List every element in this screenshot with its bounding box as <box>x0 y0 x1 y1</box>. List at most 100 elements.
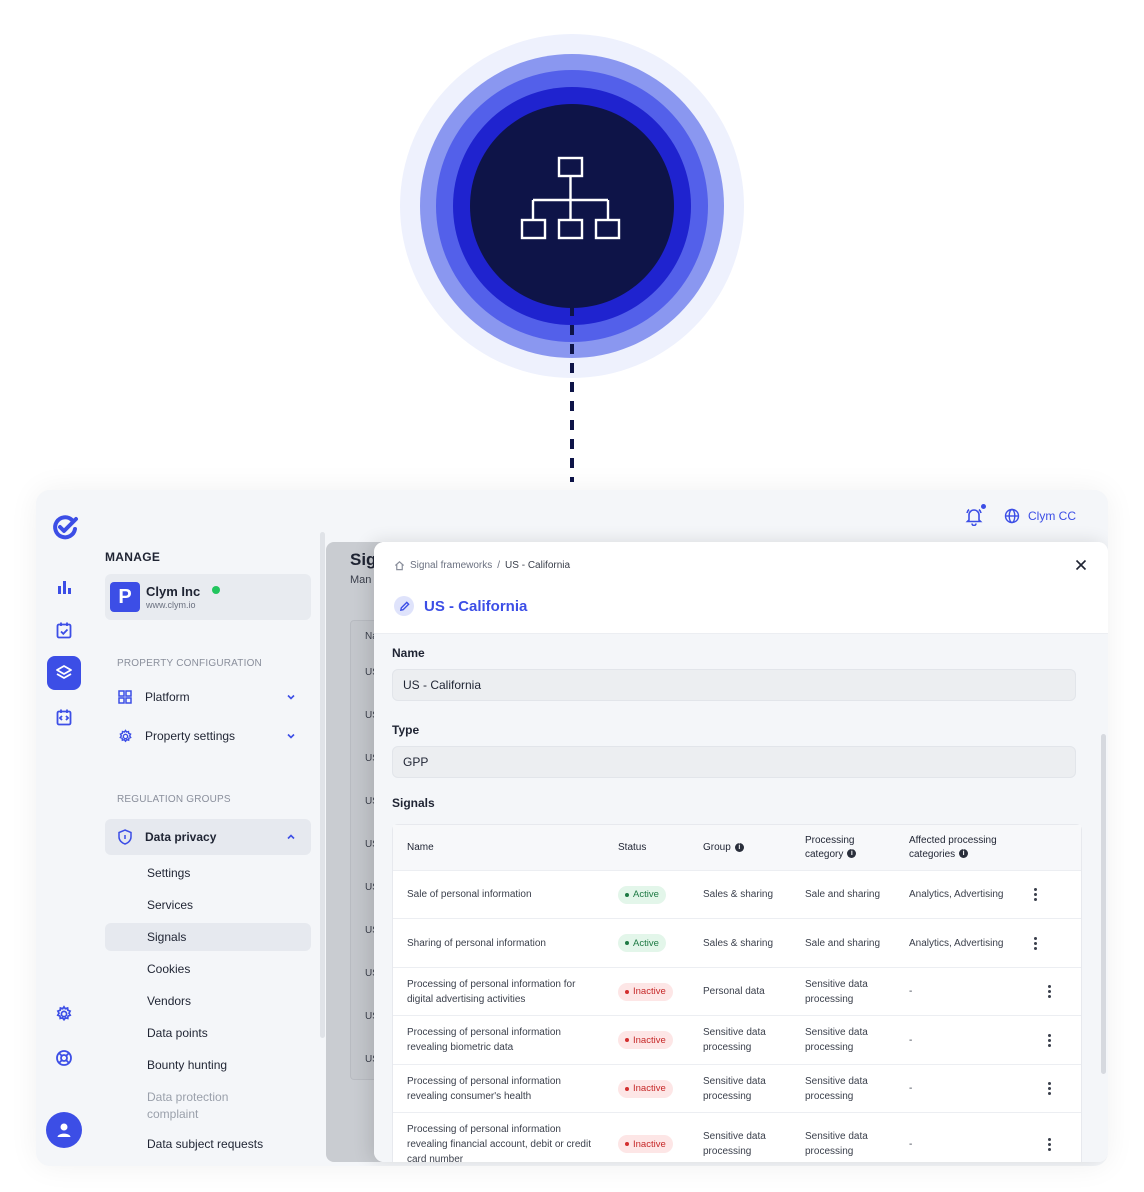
globe-icon <box>1004 508 1020 524</box>
row-menu-kebab-icon[interactable] <box>1025 936 1045 950</box>
signal-name: Processing of personal information revea… <box>407 1123 591 1163</box>
checklist-icon[interactable] <box>47 613 81 647</box>
col-header-group-text: Group <box>703 842 731 853</box>
top-bar: Clym CC <box>964 504 1076 527</box>
signal-affected-categories: - <box>909 1083 913 1094</box>
nav-item-platform[interactable]: Platform <box>105 679 311 715</box>
chevron-down-icon <box>287 733 295 739</box>
signal-name: Sale of personal information <box>407 889 532 900</box>
type-field[interactable]: GPP <box>392 746 1076 778</box>
edit-pencil-icon[interactable] <box>394 596 414 616</box>
nav-sub-data-points[interactable]: Data points <box>105 1017 311 1049</box>
chevron-up-icon <box>287 834 295 840</box>
col-header-processing-category[interactable]: Processing category i <box>805 834 909 862</box>
col-header-status[interactable]: Status <box>618 842 703 853</box>
status-badge: Inactive <box>618 1135 673 1153</box>
row-menu-kebab-icon[interactable] <box>1039 1137 1059 1151</box>
table-row[interactable]: Processing of personal information revea… <box>393 1113 1081 1162</box>
table-row[interactable]: Processing of personal information for d… <box>393 968 1081 1016</box>
breadcrumb-root[interactable]: Signal frameworks <box>410 560 492 571</box>
status-badge: Inactive <box>618 1079 673 1098</box>
status-badge: Active <box>618 885 666 904</box>
support-lifebuoy-icon[interactable] <box>47 1041 81 1075</box>
status-badge: Inactive <box>618 982 673 1001</box>
layers-icon[interactable] <box>47 656 81 690</box>
nav-sub-data-protection-complaint[interactable]: Data protection complaint <box>105 1081 255 1131</box>
col-header-group[interactable]: Group i <box>703 842 805 853</box>
signal-group: Sensitive data processing <box>703 1075 766 1102</box>
col-header-processing-line2: category <box>805 848 844 860</box>
signal-affected-categories: - <box>909 1138 913 1150</box>
user-icon <box>57 1123 71 1137</box>
status-badge: Inactive <box>618 1031 673 1049</box>
settings-gear-icon[interactable] <box>47 997 81 1031</box>
nav-sub-settings[interactable]: Settings <box>105 857 311 889</box>
table-row[interactable]: Processing of personal information revea… <box>393 1065 1081 1113</box>
nav-sub-data-subject-requests[interactable]: Data subject requests <box>105 1131 311 1157</box>
property-configuration-label: PROPERTY CONFIGURATION <box>117 658 262 669</box>
org-logo: P <box>110 582 140 612</box>
notification-dot <box>981 504 986 509</box>
table-row[interactable]: Sale of personal information Active Sale… <box>393 871 1081 919</box>
org-switcher[interactable]: P Clym Inc www.clym.io <box>105 574 311 620</box>
gear-icon <box>117 728 133 744</box>
nav-sub-services[interactable]: Services <box>105 889 311 921</box>
account-switcher[interactable]: Clym CC <box>1004 508 1076 524</box>
nav-sub-signals[interactable]: Signals <box>105 923 311 951</box>
breadcrumb-separator: / <box>497 560 501 571</box>
manage-heading: MANAGE <box>105 550 161 564</box>
nav-sub-bounty-hunting[interactable]: Bounty hunting <box>105 1049 311 1081</box>
row-menu-kebab-icon[interactable] <box>1025 888 1045 901</box>
signals-table: Name Status Group i Processing category i … <box>392 824 1082 1162</box>
nav-sub-cookies[interactable]: Cookies <box>105 953 311 985</box>
signal-name: Processing of personal information revea… <box>407 1027 561 1053</box>
modal-scrollbar[interactable] <box>1101 734 1106 1074</box>
signal-affected-categories: Analytics, Advertising <box>909 889 1004 900</box>
org-name: Clym Inc <box>146 584 201 599</box>
row-menu-kebab-icon[interactable] <box>1039 1033 1059 1047</box>
status-text: Active <box>633 937 659 949</box>
signal-group: Sensitive data processing <box>703 1131 766 1157</box>
nav-scrollbar[interactable] <box>320 532 325 1038</box>
signal-name: Processing of personal information for d… <box>407 978 576 1005</box>
table-row[interactable]: Processing of personal information revea… <box>393 1016 1081 1065</box>
data-privacy-label: Data privacy <box>145 830 217 844</box>
status-text: Active <box>633 889 659 900</box>
status-text: Inactive <box>633 986 666 997</box>
app-window: Clym CC MANAGE P Clym Inc www.clym.io PR… <box>36 490 1108 1166</box>
col-header-affected-categories[interactable]: Affected processing categories i <box>909 834 1039 862</box>
close-icon[interactable] <box>1074 558 1088 572</box>
table-row[interactable]: Sharing of personal information Active S… <box>393 919 1081 968</box>
info-icon[interactable]: i <box>734 842 744 852</box>
row-menu-kebab-icon[interactable] <box>1039 1082 1059 1095</box>
info-icon[interactable]: i <box>847 849 857 859</box>
notifications-bell-icon[interactable] <box>964 504 986 527</box>
property-settings-label: Property settings <box>145 729 236 743</box>
analytics-icon[interactable] <box>47 570 81 604</box>
chevron-down-icon <box>287 694 295 700</box>
info-icon[interactable]: i <box>959 849 969 859</box>
org-url: www.clym.io <box>146 600 196 610</box>
type-field-label: Type <box>392 723 420 737</box>
signal-affected-categories: - <box>909 1034 913 1046</box>
main-area: Clym CC MANAGE P Clym Inc www.clym.io PR… <box>96 490 1108 1166</box>
code-file-icon[interactable] <box>47 700 81 734</box>
signal-affected-categories: - <box>909 986 913 997</box>
name-field[interactable]: US - California <box>392 669 1076 701</box>
nav-item-data-privacy[interactable]: Data privacy <box>105 819 311 855</box>
signal-framework-modal: Signal frameworks / US - California US -… <box>374 542 1108 1162</box>
user-avatar[interactable] <box>46 1112 82 1148</box>
icon-sidebar <box>36 490 96 1166</box>
signal-group: Sensitive data processing <box>703 1027 766 1053</box>
col-header-affected-line2: categories <box>909 848 956 860</box>
row-menu-kebab-icon[interactable] <box>1039 985 1059 998</box>
account-label: Clym CC <box>1028 509 1076 523</box>
nav-sub-vendors[interactable]: Vendors <box>105 985 311 1017</box>
page-title: Sig <box>350 550 377 569</box>
shield-icon <box>117 829 133 845</box>
home-icon[interactable] <box>394 560 405 571</box>
clym-logo-icon[interactable] <box>50 512 80 542</box>
nav-item-property-settings[interactable]: Property settings <box>105 718 311 754</box>
col-header-name[interactable]: Name <box>393 842 618 853</box>
grid-icon <box>117 689 133 705</box>
